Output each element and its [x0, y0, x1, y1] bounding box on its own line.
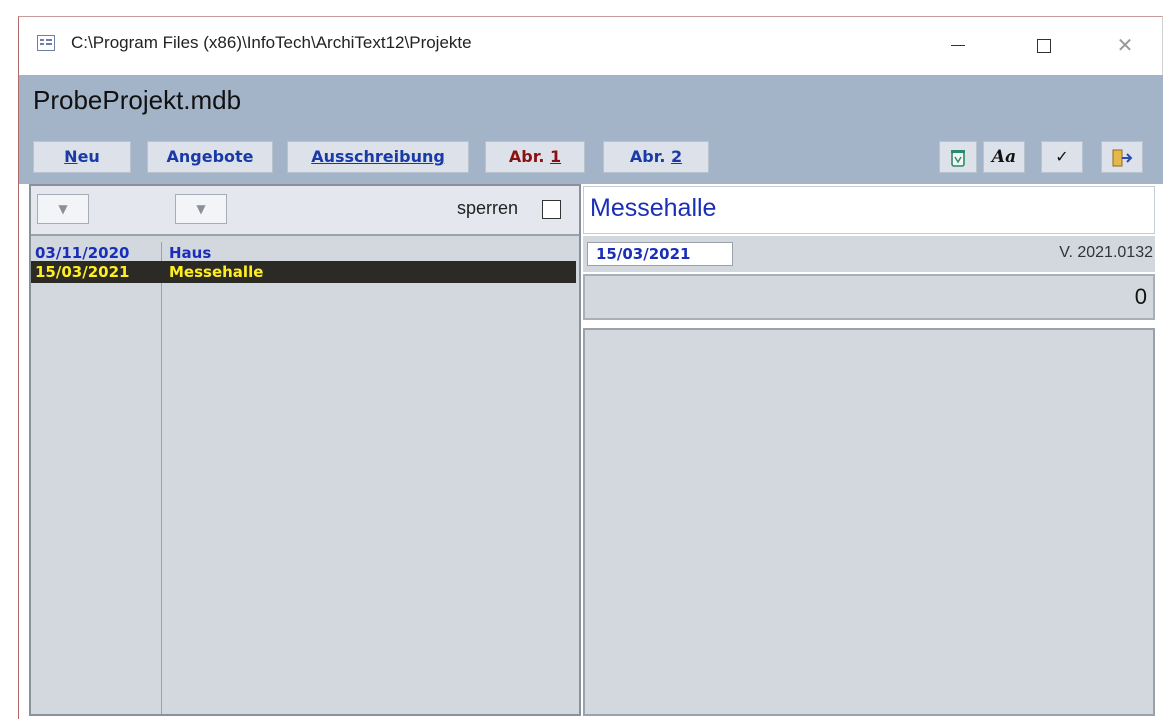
maximize-button[interactable]: [1021, 25, 1067, 65]
billing-2-button[interactable]: Abr. 2: [603, 141, 709, 173]
billing-2-accel: 2: [670, 147, 683, 166]
project-meta-bar: 15/03/2021 V. 2021.0132: [583, 236, 1155, 272]
close-icon: ✕: [1116, 33, 1134, 57]
project-list-panel: ▼ ▼ sperren 03/11/2020 Haus 15/03/2021 M…: [29, 184, 581, 716]
font-icon: Aa: [991, 147, 1017, 167]
content-area: ▼ ▼ sperren 03/11/2020 Haus 15/03/2021 M…: [19, 184, 1163, 720]
app-header: ProbeProjekt.mdb: [19, 75, 1163, 135]
check-icon: ✓: [1055, 147, 1069, 166]
toolbar: Neu Angebote Ausschreibung Abr. 1 Abr. 2…: [19, 135, 1163, 187]
project-name-field[interactable]: Messehalle: [583, 186, 1155, 234]
billing-1-label: Abr.: [508, 147, 550, 166]
confirm-button[interactable]: ✓: [1041, 141, 1083, 173]
new-button-accel: N: [64, 147, 78, 166]
tender-button-accel: A: [311, 147, 324, 166]
chevron-down-icon: ▼: [58, 202, 68, 216]
chevron-down-icon: ▼: [196, 202, 206, 216]
project-date-field[interactable]: 15/03/2021: [587, 242, 733, 266]
name-filter-dropdown[interactable]: ▼: [175, 194, 227, 224]
form-window-icon: [37, 35, 55, 51]
project-detail-panel: Messehalle 15/03/2021 V. 2021.0132 0: [583, 184, 1161, 720]
exit-door-icon: [1112, 149, 1133, 166]
tender-button[interactable]: Ausschreibung: [287, 141, 469, 173]
exit-button[interactable]: [1101, 141, 1143, 173]
project-name: Messehalle: [169, 263, 264, 281]
billing-1-accel: 1: [549, 147, 562, 166]
date-filter-dropdown[interactable]: ▼: [37, 194, 89, 224]
project-manager: ProbeProjekt.mdb Neu Angebote Ausschreib…: [19, 75, 1163, 720]
tender-button-label: usschreibung: [323, 147, 445, 166]
new-button[interactable]: Neu: [33, 141, 131, 173]
trash-icon: [951, 149, 965, 167]
project-list: 03/11/2020 Haus 15/03/2021 Messehalle: [31, 242, 579, 714]
billing-1-button[interactable]: Abr. 1: [485, 141, 585, 173]
notes-area[interactable]: [583, 328, 1155, 716]
close-button[interactable]: ✕: [1102, 25, 1148, 65]
list-item-selected[interactable]: 15/03/2021 Messehalle: [31, 261, 576, 283]
minimize-icon: [951, 45, 965, 46]
delete-button[interactable]: [939, 141, 977, 173]
version-label: V. 2021.0132: [1059, 244, 1153, 261]
window-title: C:\Program Files (x86)\InfoTech\ArchiTex…: [71, 33, 472, 52]
column-divider: [161, 242, 162, 714]
lock-label: sperren: [457, 198, 519, 218]
database-title: ProbeProjekt.mdb: [33, 85, 242, 115]
font-button[interactable]: Aa: [983, 141, 1025, 173]
title-bar[interactable]: C:\Program Files (x86)\InfoTech\ArchiTex…: [19, 17, 1162, 75]
project-date: 15/03/2021: [35, 263, 130, 281]
maximize-icon: [1037, 38, 1051, 53]
app-window: C:\Program Files (x86)\InfoTech\ArchiTex…: [18, 16, 1163, 720]
count-field[interactable]: 0: [583, 274, 1155, 320]
filter-bar: ▼ ▼ sperren: [31, 186, 579, 236]
minimize-button[interactable]: [935, 25, 981, 65]
new-button-label: eu: [77, 147, 100, 166]
lock-checkbox[interactable]: [542, 200, 561, 219]
offers-button[interactable]: Angebote: [147, 141, 273, 173]
offers-button-label: Angebote: [166, 147, 254, 166]
billing-2-label: Abr.: [629, 147, 671, 166]
